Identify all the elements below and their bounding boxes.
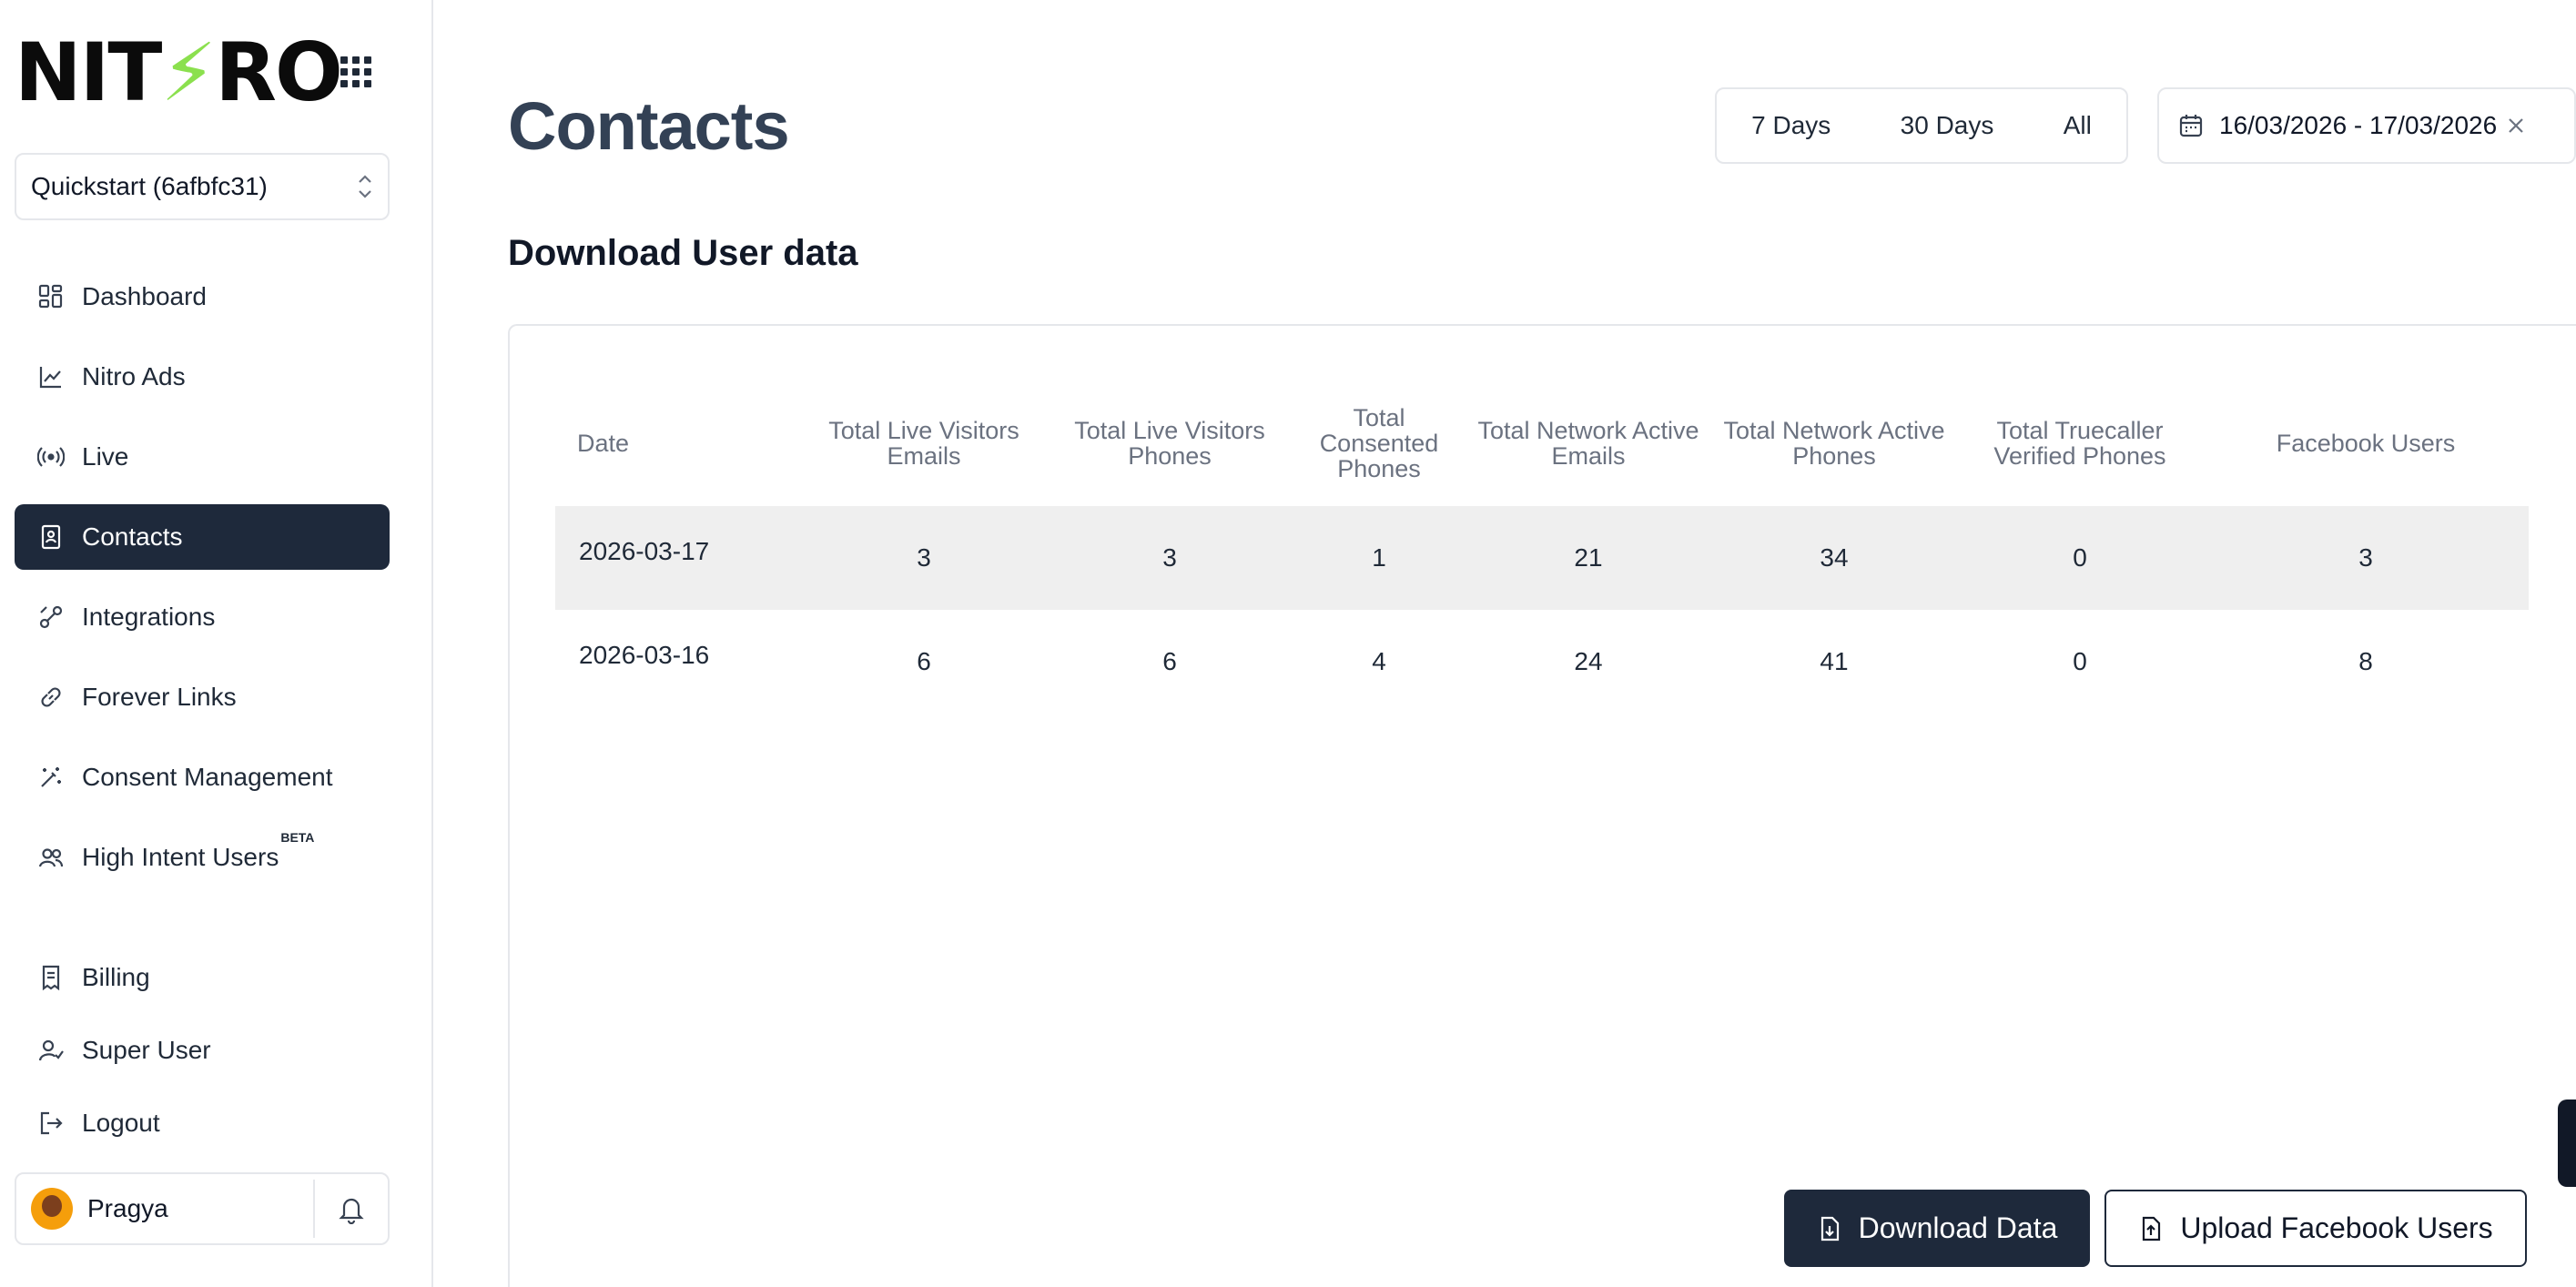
column-header-consented-phones: Total Consented Phones [1319,404,1439,482]
contact-card-icon [36,522,66,552]
sidebar-item-label: Nitro Ads [82,362,186,390]
link-icon [36,683,66,712]
column-header-truecaller-phones: Total Truecaller Verified Phones [1993,417,2166,470]
sidebar-item-label: Contacts [82,522,183,551]
contacts-table: Date Total Live Visitors Emails Total Li… [555,380,2529,714]
users-icon [36,843,66,872]
column-header-facebook-users: Facebook Users [2276,430,2456,457]
sidebar-item-label: High Intent Users [82,843,279,871]
logout-icon [36,1109,66,1138]
column-header-live-emails: Total Live Visitors Emails [828,417,1019,470]
table-cell: 24 [1574,647,1603,675]
user-check-icon [36,1036,66,1065]
download-data-label: Download Data [1858,1211,2058,1244]
table-cell: 41 [1820,647,1849,675]
sidebar-item-high-intent-users[interactable]: High Intent Users BETA [15,825,390,890]
sidebar-item-billing[interactable]: Billing [15,948,390,1007]
sidebar-item-label: Integrations [82,603,216,631]
sidebar-item-label: Live [82,442,129,471]
date-range-picker[interactable]: 16/03/2026 - 17/03/2026 [2157,87,2576,164]
table-cell: 8 [2358,647,2373,675]
sidebar-item-label: Dashboard [82,282,207,310]
column-header-network-phones: Total Network Active Phones [1723,417,1945,470]
sidebar-item-integrations[interactable]: Integrations [15,584,390,650]
receipt-icon [36,963,66,992]
page-title: Contacts [508,88,790,164]
data-table-card: Date Total Live Visitors Emails Total Li… [508,324,2576,1287]
table-cell: 3 [1047,506,1293,610]
table-cell: 3 [2203,506,2529,610]
apps-grid-icon[interactable] [340,56,371,87]
sidebar-item-nitro-ads[interactable]: Nitro Ads [15,344,390,410]
table-cell: 2026-03-17 [555,506,801,610]
bell-icon[interactable] [315,1193,388,1224]
sidebar-nav: Dashboard Nitro Ads Live Contacts Integr… [15,264,390,905]
table-cell: 1 [1293,506,1465,610]
table-cell: 34 [1711,506,1957,610]
table-cell: 21 [1465,506,1711,610]
table-cell: 0 [1957,506,2203,610]
close-icon[interactable] [2506,116,2526,136]
feedback-tab[interactable] [2558,1100,2576,1187]
download-data-button[interactable]: Download Data [1784,1190,2090,1267]
nitro-logo[interactable]: NIT⚡RO [15,33,343,113]
range-7-days[interactable]: 7 Days [1751,111,1831,140]
chart-line-icon [36,362,66,391]
table-cell: 4 [1372,647,1386,675]
logo-text-start: NIT [15,25,162,119]
table-cell: 6 [917,647,931,675]
sidebar-item-label: Consent Management [82,763,333,791]
section-title: Download User data [508,233,858,273]
calendar-icon [2177,112,2205,139]
sidebar-item-label: Logout [82,1109,160,1137]
plug-icon [36,603,66,632]
sidebar-item-logout[interactable]: Logout [15,1094,390,1152]
upload-facebook-users-button[interactable]: Upload Facebook Users [2104,1190,2527,1267]
table-cell: 2026-03-16 [579,641,710,669]
sidebar-item-consent-management[interactable]: Consent Management [15,745,390,810]
workspace-label: Quickstart (6afbfc31) [31,172,268,200]
workspace-selector[interactable]: Quickstart (6afbfc31) [15,153,390,220]
sidebar-item-contacts[interactable]: Contacts [15,504,390,570]
column-header-live-phones: Total Live Visitors Phones [1074,417,1265,470]
magic-wand-icon [36,763,66,792]
file-upload-icon [2138,1215,2164,1242]
beta-badge: BETA [280,830,315,845]
avatar [31,1188,73,1230]
user-name: Pragya [87,1194,168,1222]
table-cell: 3 [801,506,1047,610]
sidebar-item-forever-links[interactable]: Forever Links [15,664,390,730]
column-header-date: Date [577,430,630,457]
sidebar-item-live[interactable]: Live [15,424,390,490]
range-30-days[interactable]: 30 Days [1901,111,1994,140]
table-cell: 6 [1162,647,1177,675]
sidebar-item-label: Super User [82,1036,211,1064]
sidebar-item-super-user[interactable]: Super User [15,1021,390,1079]
range-all[interactable]: All [2064,111,2092,140]
table-cell: 0 [2073,647,2087,675]
dashboard-icon [36,282,66,311]
file-download-icon [1817,1215,1842,1242]
logo-text-end: RO [215,25,343,119]
sidebar: NIT⚡RO Quickstart (6afbfc31) Dashboard N… [0,0,433,1287]
table-row: 2026-03-16 6 6 4 24 41 0 8 [555,610,2529,714]
sidebar-item-dashboard[interactable]: Dashboard [15,264,390,329]
logo-bolt: ⚡ [160,25,217,119]
user-profile[interactable]: Pragya [15,1172,390,1245]
table-header-row: Date Total Live Visitors Emails Total Li… [555,380,2529,506]
date-range-value: 16/03/2026 - 17/03/2026 [2219,111,2498,139]
chevron-up-down-icon [357,173,373,200]
sidebar-bottom-nav: Billing Super User Logout [15,948,390,1167]
upload-facebook-users-label: Upload Facebook Users [2180,1211,2493,1244]
range-selector: 7 Days 30 Days All [1715,87,2128,164]
broadcast-icon [36,442,66,471]
table-row: 2026-03-17 3 3 1 21 34 0 3 [555,506,2529,610]
sidebar-item-label: Billing [82,963,150,991]
sidebar-item-label: Forever Links [82,683,237,711]
column-header-network-emails: Total Network Active Emails [1477,417,1699,470]
